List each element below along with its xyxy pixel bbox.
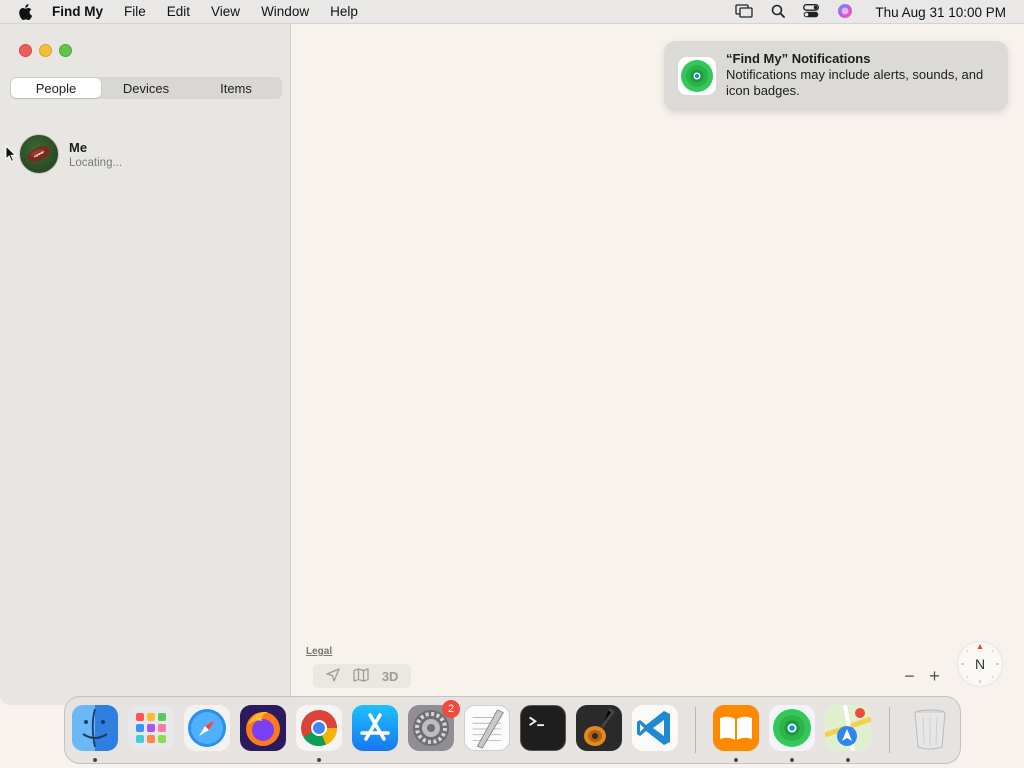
map-tools: 3D bbox=[313, 664, 411, 688]
menu-bar-clock[interactable]: Thu Aug 31 10:00 PM bbox=[875, 5, 1006, 20]
sidebar-tab-control: People Devices Items bbox=[10, 77, 282, 99]
person-name: Me bbox=[69, 139, 88, 155]
dock-terminal-icon[interactable] bbox=[520, 705, 566, 751]
dock-divider bbox=[695, 707, 696, 753]
spotlight-search-icon[interactable] bbox=[771, 4, 786, 21]
dock-app-store-icon[interactable] bbox=[352, 705, 398, 751]
tab-devices[interactable]: Devices bbox=[101, 78, 191, 98]
zoom-out-button[interactable]: − bbox=[904, 666, 915, 687]
dock-find-my-icon[interactable] bbox=[769, 705, 815, 751]
menu-window[interactable]: Window bbox=[261, 4, 309, 19]
siri-icon[interactable] bbox=[837, 3, 853, 22]
map-area[interactable] bbox=[292, 24, 1024, 705]
avatar bbox=[19, 134, 59, 174]
compass-north-label: N bbox=[974, 656, 986, 672]
window-close-button[interactable] bbox=[19, 44, 32, 57]
sidebar: People Devices Items Me Locating... bbox=[0, 24, 291, 705]
compass[interactable]: N bbox=[958, 642, 1002, 686]
3d-view-button[interactable]: 3D bbox=[382, 669, 399, 684]
dock-firefox-icon[interactable] bbox=[240, 705, 286, 751]
dock: 2 bbox=[64, 696, 961, 764]
menu-bar: Find My File Edit View Window Help Thu A… bbox=[0, 0, 1024, 24]
person-status: Locating... bbox=[69, 156, 123, 169]
zoom-controls: − + bbox=[897, 664, 947, 688]
find-my-app-icon bbox=[678, 57, 716, 95]
legal-link[interactable]: Legal bbox=[306, 646, 332, 657]
zoom-in-button[interactable]: + bbox=[929, 666, 940, 687]
dock-running-indicator bbox=[317, 758, 321, 762]
dock-textedit-icon[interactable] bbox=[464, 705, 510, 751]
current-location-button[interactable] bbox=[325, 667, 340, 685]
person-list-item-me[interactable]: Me Locating... bbox=[19, 134, 122, 174]
dock-books-icon[interactable] bbox=[713, 705, 759, 751]
map-icon bbox=[353, 667, 369, 682]
control-center-icon[interactable] bbox=[803, 3, 820, 21]
notification-banner[interactable]: “Find My” Notifications Notifications ma… bbox=[664, 41, 1008, 111]
dock-garageband-icon[interactable] bbox=[576, 705, 622, 751]
dock-trash-icon[interactable] bbox=[907, 705, 953, 751]
dock-running-indicator bbox=[734, 758, 738, 762]
menu-file[interactable]: File bbox=[124, 4, 146, 19]
location-arrow-icon bbox=[325, 667, 340, 682]
dock-running-indicator bbox=[93, 758, 97, 762]
dock-system-settings-icon[interactable]: 2 bbox=[408, 700, 460, 751]
menu-help[interactable]: Help bbox=[330, 4, 358, 19]
apple-menu-icon[interactable] bbox=[18, 3, 38, 20]
dock-running-indicator bbox=[790, 758, 794, 762]
dock-running-indicator bbox=[846, 758, 850, 762]
dock-safari-icon[interactable] bbox=[184, 705, 230, 751]
dock-finder-icon[interactable] bbox=[72, 705, 118, 751]
dock-divider bbox=[889, 707, 890, 753]
notification-body: Notifications may include alerts, sounds… bbox=[726, 67, 984, 98]
dock-launchpad-icon[interactable] bbox=[128, 705, 174, 751]
mouse-pointer-icon bbox=[5, 145, 17, 163]
football-icon bbox=[27, 146, 51, 162]
dock-vscode-icon[interactable] bbox=[632, 705, 678, 751]
menu-app-name[interactable]: Find My bbox=[52, 4, 103, 19]
window-minimize-button[interactable] bbox=[39, 44, 52, 57]
dock-chrome-icon[interactable] bbox=[296, 705, 342, 751]
notification-title: “Find My” Notifications bbox=[726, 51, 871, 66]
tab-items[interactable]: Items bbox=[191, 78, 281, 98]
menu-edit[interactable]: Edit bbox=[167, 4, 190, 19]
tab-people[interactable]: People bbox=[11, 78, 101, 98]
window-zoom-button[interactable] bbox=[59, 44, 72, 57]
find-my-window: People Devices Items Me Locating... Lega… bbox=[0, 24, 1024, 705]
dock-maps-icon[interactable] bbox=[824, 704, 872, 752]
screen-mirroring-icon[interactable] bbox=[735, 3, 754, 21]
map-mode-button[interactable] bbox=[353, 667, 369, 685]
notification-count-badge: 2 bbox=[442, 700, 460, 718]
menu-view[interactable]: View bbox=[211, 4, 240, 19]
